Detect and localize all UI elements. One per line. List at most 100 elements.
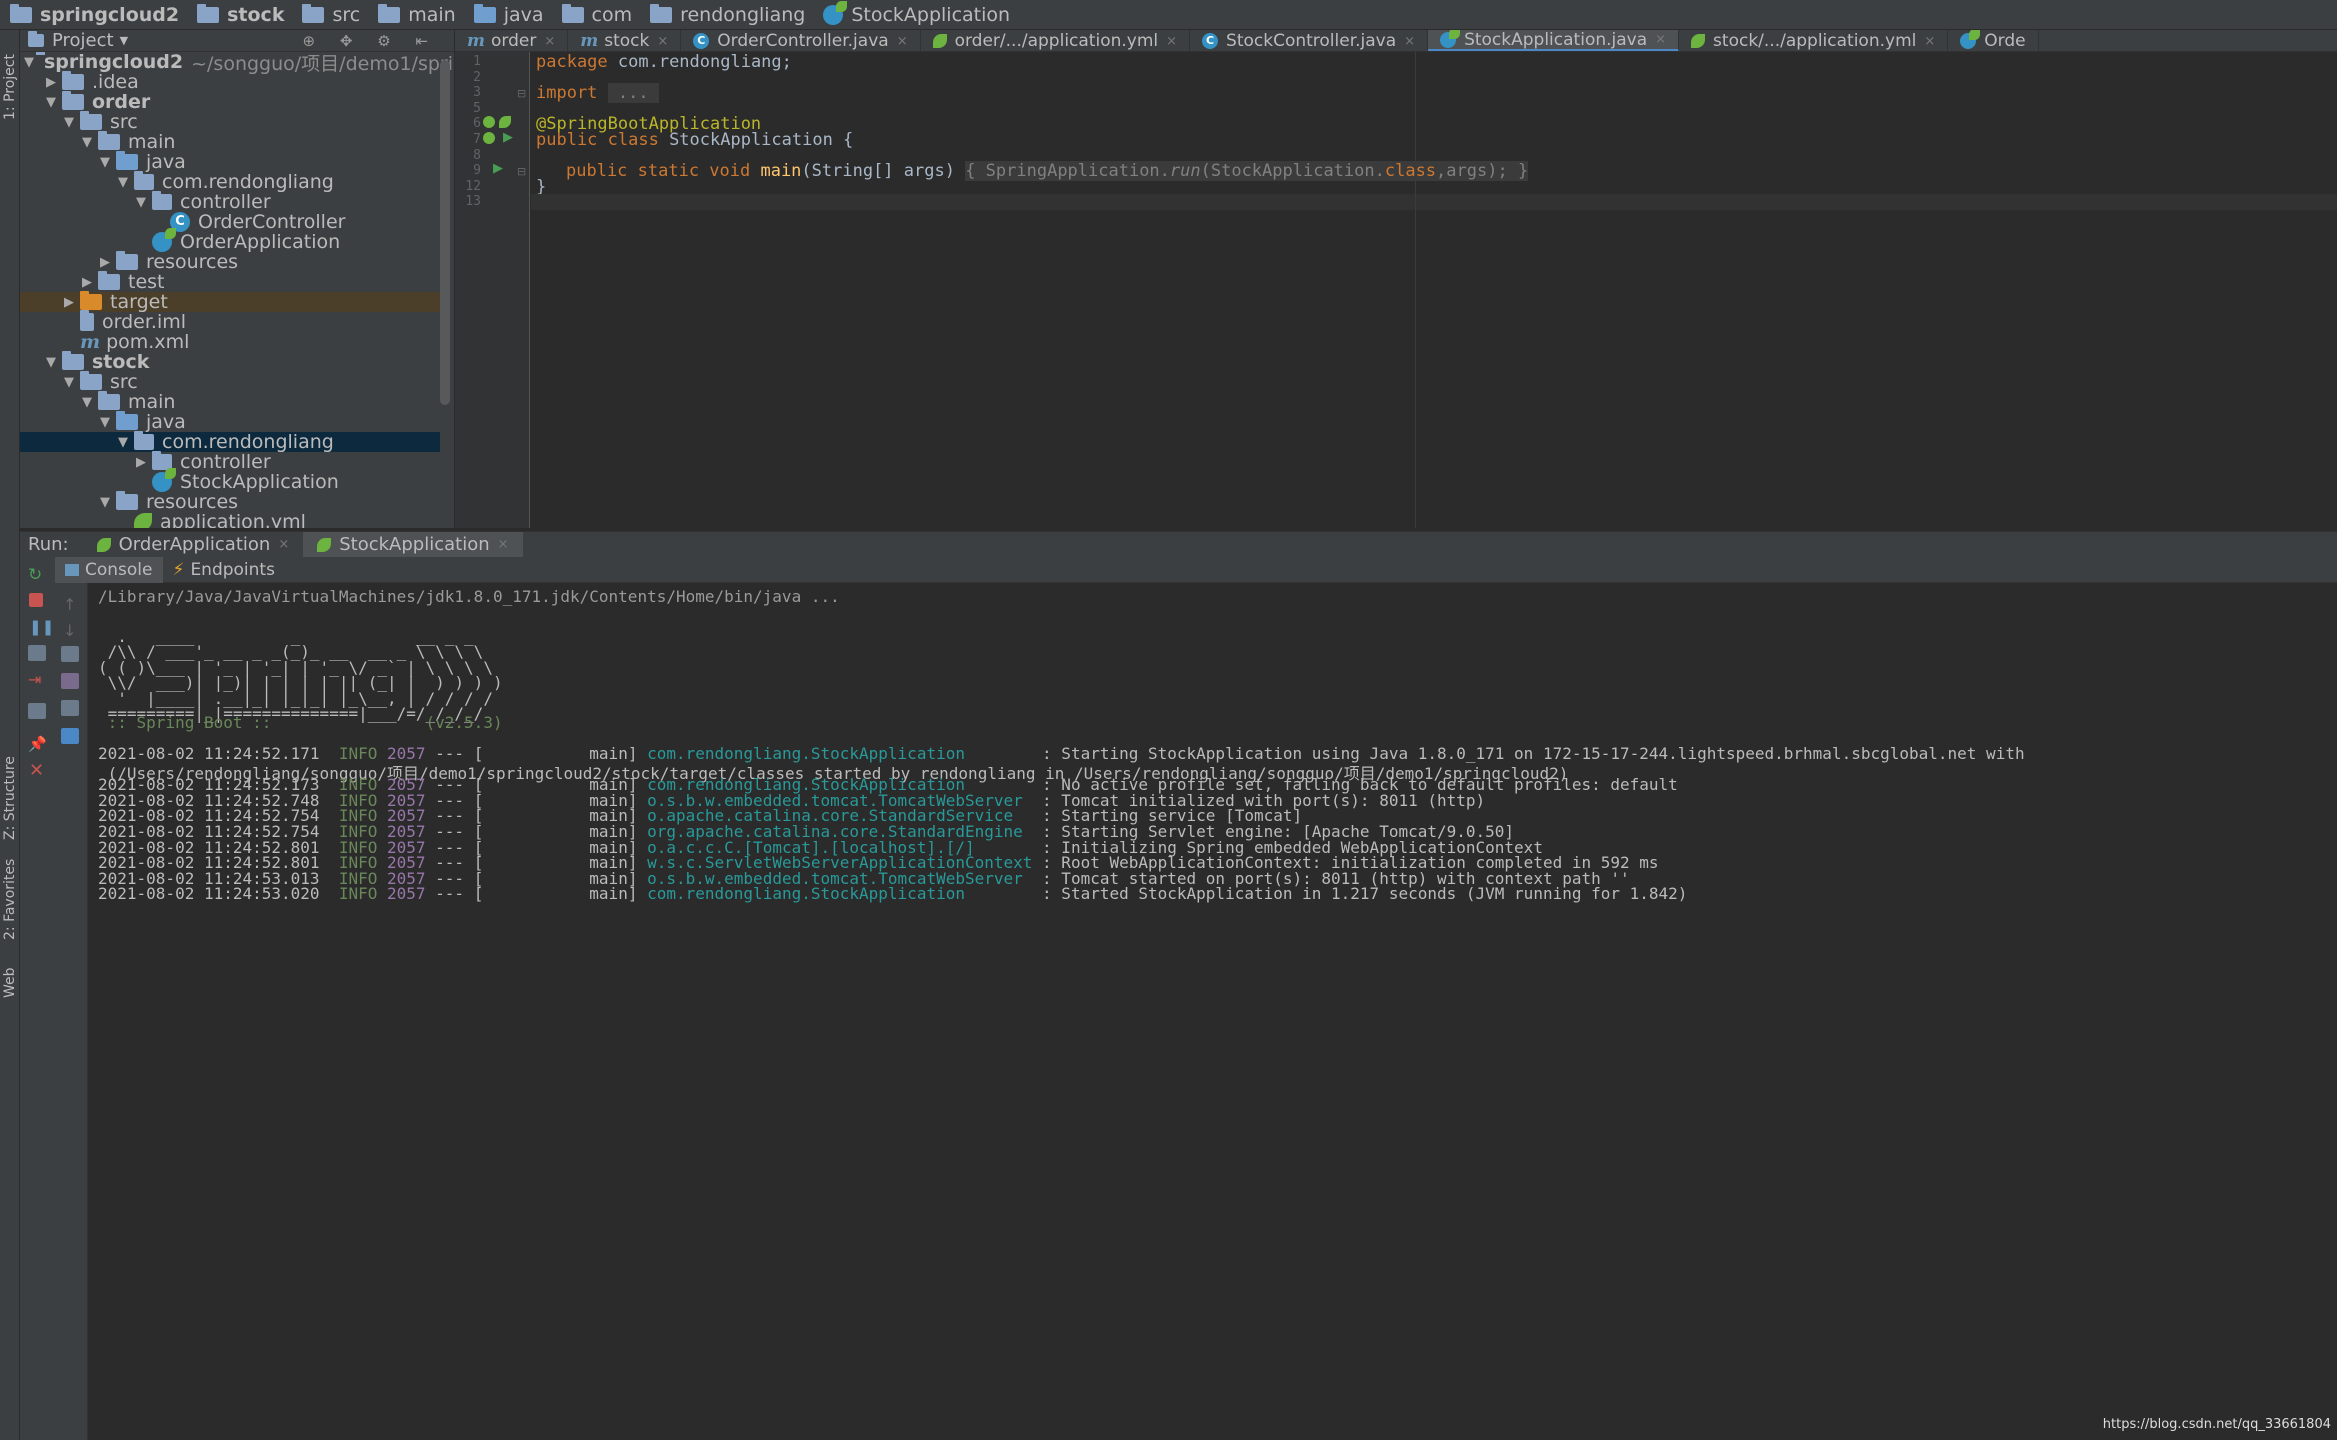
- tree-item[interactable]: OrderApplication: [20, 228, 440, 253]
- close-icon[interactable]: ×: [897, 34, 908, 49]
- close-icon[interactable]: ×: [278, 537, 289, 552]
- expand-arrow-icon[interactable]: ▼: [42, 355, 60, 370]
- expand-arrow-icon[interactable]: ▼: [60, 115, 78, 130]
- crumb-com[interactable]: com: [561, 3, 632, 26]
- close-icon[interactable]: ✕: [29, 760, 47, 781]
- tab-stock-application[interactable]: StockApplication.java ×: [1428, 30, 1680, 51]
- tree-item[interactable]: ▼ java: [20, 151, 440, 173]
- expand-arrow-icon[interactable]: ▼: [42, 95, 60, 110]
- crumb-main[interactable]: main: [378, 3, 456, 26]
- print-icon[interactable]: [61, 700, 79, 716]
- tab-stock[interactable]: m stock ×: [568, 30, 682, 51]
- chevron-down-icon[interactable]: ▼: [120, 34, 128, 47]
- dump-threads-icon[interactable]: [28, 645, 46, 661]
- close-icon[interactable]: ×: [1655, 32, 1666, 47]
- project-view-selector[interactable]: Project: [52, 30, 114, 51]
- soft-wrap-icon[interactable]: [61, 646, 79, 662]
- tree-item[interactable]: ▼ main: [20, 391, 440, 413]
- scroll-to-end-icon[interactable]: [61, 673, 79, 689]
- crumb-rendongliang[interactable]: rendongliang: [650, 3, 805, 26]
- tree-item[interactable]: ▼ com.rendongliang: [20, 171, 440, 193]
- tree-item[interactable]: ▼ resources: [20, 491, 440, 513]
- crumb-class[interactable]: StockApplication: [823, 0, 1010, 26]
- crumb-project[interactable]: springcloud2: [10, 3, 179, 26]
- tab-order[interactable]: m order ×: [455, 30, 569, 51]
- tab-stock-yml[interactable]: stock/.../application.yml ×: [1679, 30, 1949, 51]
- tab-overflow[interactable]: Orde: [1948, 30, 2039, 51]
- project-tool-tab[interactable]: 1: Project: [2, 54, 18, 120]
- close-icon[interactable]: ×: [1404, 34, 1415, 49]
- tree-item[interactable]: ▶ .idea: [20, 71, 440, 93]
- scroll-down-icon[interactable]: ↓: [63, 621, 81, 640]
- favorites-tool-tab[interactable]: 2: Favorites: [2, 859, 18, 940]
- tab-console[interactable]: Console: [55, 556, 163, 583]
- spring-context-icon[interactable]: [483, 132, 495, 144]
- console-output[interactable]: /Library/Java/JavaVirtualMachines/jdk1.8…: [88, 583, 2337, 1440]
- tree-item[interactable]: ▼ stock: [20, 351, 440, 373]
- expand-arrow-icon[interactable]: ▼: [96, 155, 114, 170]
- spring-bean-icon[interactable]: [483, 116, 495, 128]
- fold-icon[interactable]: ⊟: [517, 87, 526, 100]
- collapse-arrow-icon[interactable]: ▶: [42, 75, 60, 90]
- tree-item[interactable]: m pom.xml: [20, 331, 440, 353]
- tree-item[interactable]: ▼ main: [20, 131, 440, 153]
- pin-icon[interactable]: 📌: [28, 735, 47, 753]
- close-icon[interactable]: ×: [544, 34, 555, 49]
- expand-arrow-icon[interactable]: ▼: [96, 415, 114, 430]
- run-tab-order[interactable]: OrderApplication ×: [83, 532, 304, 558]
- layout-icon[interactable]: [28, 703, 46, 719]
- exit-icon[interactable]: ⇥: [28, 670, 46, 689]
- project-scrollbar[interactable]: [440, 60, 450, 405]
- rerun-icon[interactable]: ↻: [28, 565, 46, 585]
- tree-item[interactable]: ▼ java: [20, 411, 440, 433]
- crumb-src[interactable]: src: [302, 3, 360, 26]
- trash-icon[interactable]: [61, 728, 79, 744]
- tree-item[interactable]: ▶ resources: [20, 251, 440, 273]
- tree-item[interactable]: ▼ src: [20, 111, 440, 133]
- pause-icon[interactable]: ❚❚: [29, 618, 54, 636]
- folded-method-body[interactable]: { SpringApplication.run(StockApplication…: [965, 161, 1529, 181]
- tree-item[interactable]: StockApplication: [20, 468, 440, 493]
- expand-arrow-icon[interactable]: ▼: [132, 195, 150, 210]
- tab-order-yml[interactable]: order/.../application.yml ×: [921, 30, 1191, 51]
- web-tool-tab[interactable]: Web: [2, 967, 18, 998]
- spring-boot-icon[interactable]: [499, 116, 511, 128]
- tree-item[interactable]: ▼ order: [20, 91, 440, 113]
- close-icon[interactable]: ×: [657, 34, 668, 49]
- tree-item[interactable]: ▶ target: [20, 291, 440, 313]
- run-icon[interactable]: ▶: [503, 130, 513, 145]
- run-icon[interactable]: ▶: [493, 161, 503, 176]
- tab-stock-controller[interactable]: C StockController.java ×: [1190, 30, 1429, 51]
- expand-arrow-icon[interactable]: ▼: [60, 375, 78, 390]
- tree-item[interactable]: C OrderController: [20, 211, 440, 233]
- scroll-up-icon[interactable]: ↑: [63, 595, 81, 614]
- tree-root[interactable]: ▼springcloud2~/songguo/项目/demo1/springcl…: [20, 52, 454, 75]
- tab-endpoints[interactable]: ⚡ Endpoints: [163, 557, 285, 583]
- crumb-module[interactable]: stock: [197, 3, 284, 26]
- tab-order-controller[interactable]: C OrderController.java ×: [681, 30, 921, 51]
- expand-arrow-icon[interactable]: ▼: [96, 495, 114, 510]
- folded-imports[interactable]: ...: [607, 83, 659, 103]
- tree-item[interactable]: ▼ controller: [20, 191, 440, 213]
- crumb-java[interactable]: java: [473, 3, 544, 26]
- expand-arrow-icon[interactable]: ▼: [24, 55, 34, 70]
- panel-toolbar-icons[interactable]: ⊕ ✥ ⚙ ⇤: [303, 32, 438, 50]
- close-icon[interactable]: ×: [1166, 34, 1177, 49]
- close-icon[interactable]: ×: [1924, 34, 1935, 49]
- collapse-arrow-icon[interactable]: ▶: [96, 255, 114, 270]
- fold-icon[interactable]: ⊟: [517, 165, 526, 178]
- stop-icon[interactable]: [29, 593, 43, 607]
- expand-arrow-icon[interactable]: ▼: [78, 135, 96, 150]
- structure-tool-tab[interactable]: Z: Structure: [2, 756, 18, 840]
- tree-item[interactable]: order.iml: [20, 310, 440, 333]
- tree-item-selected[interactable]: ▼ com.rendongliang: [20, 431, 440, 453]
- expand-arrow-icon[interactable]: ▼: [114, 435, 132, 450]
- collapse-arrow-icon[interactable]: ▶: [60, 295, 78, 310]
- tree-item[interactable]: ▼ src: [20, 371, 440, 393]
- collapse-arrow-icon[interactable]: ▶: [132, 455, 150, 470]
- close-icon[interactable]: ×: [498, 537, 509, 552]
- run-tab-stock[interactable]: StockApplication ×: [303, 531, 523, 558]
- collapse-arrow-icon[interactable]: ▶: [78, 275, 96, 290]
- project-tree[interactable]: ▼springcloud2~/songguo/项目/demo1/springcl…: [20, 52, 454, 528]
- tree-item[interactable]: application.yml: [20, 511, 440, 528]
